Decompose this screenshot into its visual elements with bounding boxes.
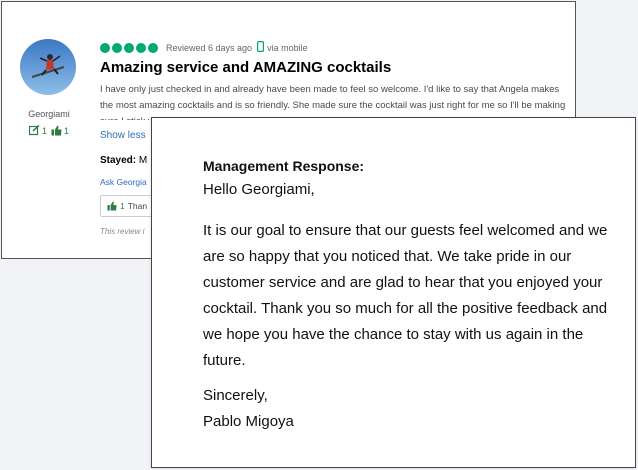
stayed-info: Stayed: M [100, 155, 147, 166]
contributions-icon [29, 125, 40, 136]
helpful-votes-icon [51, 125, 62, 136]
rating-bubbles: Reviewed 6 days ago via mobile [100, 39, 308, 57]
helpful-count: 1 [120, 201, 125, 211]
management-response-card: Management Response: Hello Georgiami, It… [151, 117, 636, 468]
reviewer-photo-icon [20, 39, 76, 95]
response-signature: Pablo Migoya [203, 413, 294, 430]
response-heading: Management Response: [203, 158, 365, 174]
rating-bubble-icon [148, 43, 158, 53]
ask-reviewer-link[interactable]: Ask Georgia [100, 177, 147, 187]
thumbs-up-icon [107, 201, 117, 211]
review-title[interactable]: Amazing service and AMAZING cocktails [100, 59, 391, 76]
mobile-phone-icon [257, 39, 265, 57]
review-date: Reviewed 6 days ago [166, 43, 253, 53]
stayed-label: Stayed: [100, 155, 137, 166]
show-less-link[interactable]: Show less [100, 130, 146, 141]
review-body: I have only just checked in and already … [100, 84, 566, 120]
rating-bubble-icon [136, 43, 146, 53]
via-mobile-label: via mobile [267, 43, 308, 53]
rating-bubble-icon [112, 43, 122, 53]
response-body: It is our goal to ensure that our guests… [203, 222, 608, 369]
response-closing: Sincerely, [203, 387, 268, 404]
response-greeting: Hello Georgiami, [203, 181, 315, 198]
helpful-votes-count: 1 [64, 125, 70, 136]
helpful-label: Than [127, 201, 148, 211]
reviewer-name[interactable]: Georgiami [2, 109, 96, 119]
contributions-count: 1 [42, 125, 48, 136]
stayed-value: M [138, 155, 148, 166]
avatar[interactable] [20, 39, 76, 95]
review-disclaimer: This review i [100, 227, 145, 236]
reviewer-stats: 1 1 [29, 125, 71, 136]
rating-bubble-icon [100, 43, 110, 53]
rating-bubble-icon [124, 43, 134, 53]
helpful-button[interactable]: 1 Than [100, 195, 155, 217]
